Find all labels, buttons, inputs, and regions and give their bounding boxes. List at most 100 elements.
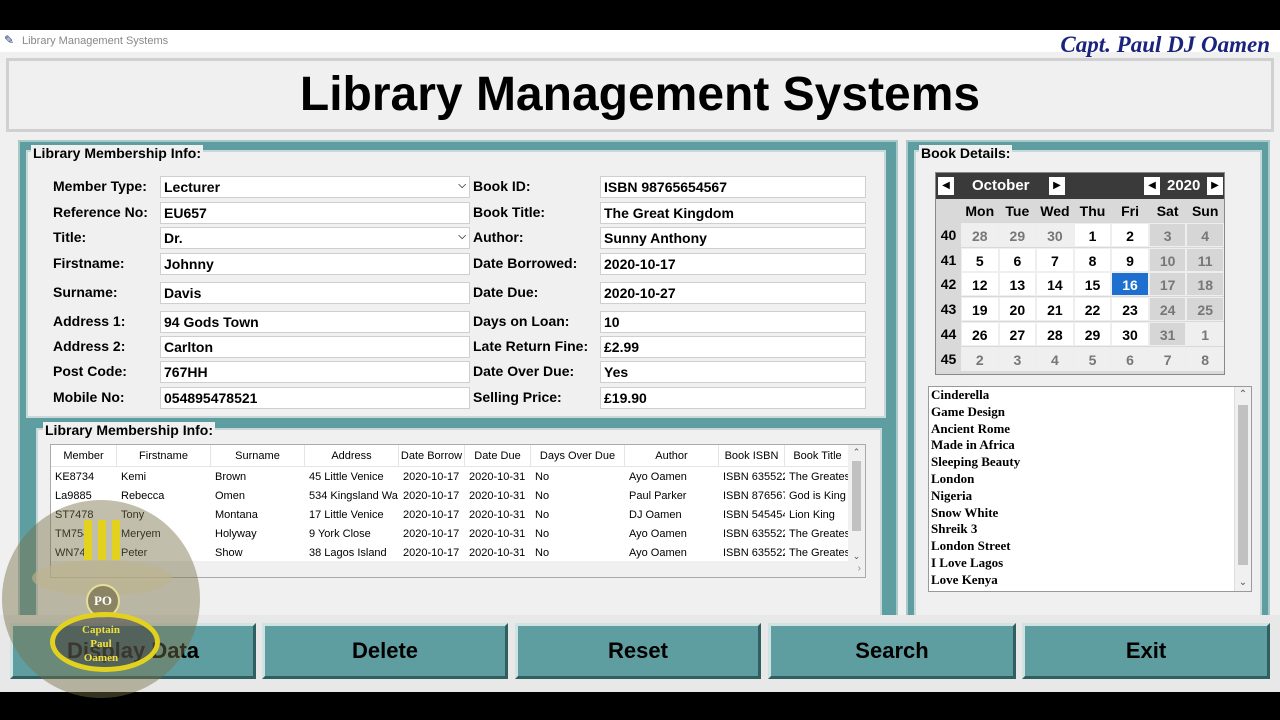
mobile-no-field[interactable]: 054895478521	[160, 387, 470, 409]
next-month-icon[interactable]: ▶	[1049, 177, 1065, 195]
scroll-right-icon[interactable]: ›	[858, 561, 861, 577]
calendar-day[interactable]: 3	[1148, 223, 1187, 247]
calendar-day[interactable]: 21	[1036, 297, 1074, 322]
calendar-day[interactable]: 6	[1111, 346, 1149, 371]
list-item[interactable]: Game Design	[929, 404, 1251, 421]
calendar-day[interactable]: 24	[1148, 297, 1187, 322]
list-item[interactable]: Sleeping Beauty	[929, 454, 1251, 471]
calendar-day[interactable]: 19	[961, 297, 999, 322]
post-code-field[interactable]: 767HH	[160, 361, 470, 383]
title-select[interactable]: Dr. ⌵	[160, 227, 470, 249]
member-type-select[interactable]: Lecturer ⌵	[160, 176, 470, 198]
list-item[interactable]: Nigeria	[929, 488, 1251, 505]
calendar-day[interactable]: 3	[998, 346, 1037, 371]
list-item[interactable]: Made in Africa	[929, 437, 1251, 454]
prev-year-icon[interactable]: ◀	[1144, 177, 1160, 195]
delete-button[interactable]: Delete	[262, 623, 508, 679]
search-button[interactable]: Search	[768, 623, 1016, 679]
list-item[interactable]: Snow White	[929, 505, 1251, 522]
calendar-day[interactable]: 1	[1073, 223, 1112, 247]
scroll-thumb[interactable]	[1238, 405, 1248, 565]
calendar-day[interactable]: 11	[1186, 247, 1224, 272]
column-header[interactable]: Surname	[211, 445, 305, 467]
chevron-down-icon[interactable]: ⌵	[458, 231, 466, 242]
book-list-scrollbar[interactable]: ⌃ ⌄	[1234, 387, 1251, 591]
calendar-day[interactable]: 13	[998, 272, 1037, 297]
book-id-field[interactable]: ISBN 98765654567	[600, 176, 866, 198]
calendar-day[interactable]: 4	[1186, 223, 1224, 247]
author-field[interactable]: Sunny Anthony	[600, 227, 866, 249]
column-header[interactable]: Date Borrow	[399, 445, 465, 467]
calendar-day[interactable]: 30	[1111, 321, 1149, 346]
calendar-day[interactable]: 12	[961, 272, 999, 297]
calendar-day[interactable]: 14	[1036, 272, 1074, 297]
calendar-day[interactable]: 29	[998, 223, 1037, 247]
calendar-day[interactable]: 31	[1148, 321, 1187, 346]
surname-field[interactable]: Davis	[160, 282, 470, 304]
calendar-day[interactable]: 1	[1186, 321, 1224, 346]
column-header[interactable]: Author	[625, 445, 719, 467]
list-item[interactable]: Cinderella	[929, 387, 1251, 404]
calendar-day[interactable]: 7	[1148, 346, 1187, 371]
scroll-up-icon[interactable]: ⌃	[1235, 387, 1251, 403]
list-item[interactable]: London Street	[929, 538, 1251, 555]
calendar-day[interactable]: 28	[961, 223, 999, 247]
calendar-day[interactable]: 25	[1186, 297, 1224, 322]
calendar-day[interactable]: 8	[1186, 346, 1224, 371]
calendar-day[interactable]: 26	[961, 321, 999, 346]
calendar-day[interactable]: 2	[961, 346, 999, 371]
address2-field[interactable]: Carlton	[160, 336, 470, 358]
calendar-day[interactable]: 2	[1111, 223, 1149, 247]
date-borrowed-field[interactable]: 2020-10-17	[600, 253, 866, 275]
column-header[interactable]: Days Over Due	[531, 445, 625, 467]
calendar-day[interactable]: 9	[1111, 247, 1149, 272]
calendar[interactable]: ◀ October ▶ ◀ 2020 ▶ Mon Tue Wed Thu Fri Sat S…	[935, 172, 1225, 375]
calendar-day[interactable]: 22	[1073, 297, 1112, 322]
reset-button[interactable]: Reset	[515, 623, 761, 679]
calendar-day[interactable]: 5	[1073, 346, 1112, 371]
column-header[interactable]: Firstname	[117, 445, 211, 467]
scroll-thumb[interactable]	[852, 461, 861, 531]
firstname-field[interactable]: Johnny	[160, 253, 470, 275]
column-header[interactable]: Member	[51, 445, 117, 467]
calendar-day[interactable]: 28	[1036, 321, 1074, 346]
calendar-day[interactable]: 27	[998, 321, 1037, 346]
next-year-icon[interactable]: ▶	[1207, 177, 1223, 195]
date-over-due-field[interactable]: Yes	[600, 361, 866, 383]
column-header[interactable]: Book ISBN	[719, 445, 785, 467]
days-on-loan-field[interactable]: 10	[600, 311, 866, 333]
table-row[interactable]: ST7478 Tony Montana 17 Little Venice 2020-10…	[51, 506, 851, 525]
scroll-down-icon[interactable]: ⌄	[1235, 575, 1251, 591]
calendar-day[interactable]: 8	[1073, 247, 1112, 272]
list-item[interactable]: I Love Lagos	[929, 555, 1251, 572]
book-title-field[interactable]: The Great Kingdom	[600, 202, 866, 224]
list-item[interactable]: London	[929, 471, 1251, 488]
exit-button[interactable]: Exit	[1022, 623, 1270, 679]
column-header[interactable]: Book Title	[785, 445, 851, 467]
address1-field[interactable]: 94 Gods Town	[160, 311, 470, 333]
calendar-day[interactable]: 29	[1073, 321, 1112, 346]
calendar-day[interactable]: 17	[1148, 272, 1187, 297]
calendar-day[interactable]: 6	[998, 247, 1037, 272]
prev-month-icon[interactable]: ◀	[938, 177, 954, 195]
date-due-field[interactable]: 2020-10-27	[600, 282, 866, 304]
list-item[interactable]: Ancient Rome	[929, 421, 1251, 438]
list-item[interactable]: Love Kenya	[929, 572, 1251, 589]
late-return-fine-field[interactable]: £2.99	[600, 336, 866, 358]
table-row[interactable]: KE8734 Kemi Brown 45 Little Venice 2020-10-1…	[51, 468, 851, 487]
column-header[interactable]: Date Due	[465, 445, 531, 467]
calendar-day[interactable]: 30	[1036, 223, 1074, 247]
calendar-day[interactable]: 20	[998, 297, 1037, 322]
column-header[interactable]: Address	[305, 445, 399, 467]
calendar-day[interactable]: 10	[1148, 247, 1187, 272]
table-vertical-scrollbar[interactable]: ⌃ ⌄	[848, 445, 865, 563]
reference-no-field[interactable]: EU657	[160, 202, 470, 224]
table-row[interactable]: La9885 Rebecca Omen 534 Kingsland Wa 2020-10…	[51, 487, 851, 506]
selling-price-field[interactable]: £19.90	[600, 387, 866, 409]
calendar-day[interactable]: 23	[1111, 297, 1149, 322]
calendar-day[interactable]: 15	[1073, 272, 1112, 297]
chevron-down-icon[interactable]: ⌵	[458, 180, 466, 191]
calendar-day[interactable]: 18	[1186, 272, 1224, 297]
list-item[interactable]: Shreik 3	[929, 521, 1251, 538]
calendar-day[interactable]: 5	[961, 247, 999, 272]
